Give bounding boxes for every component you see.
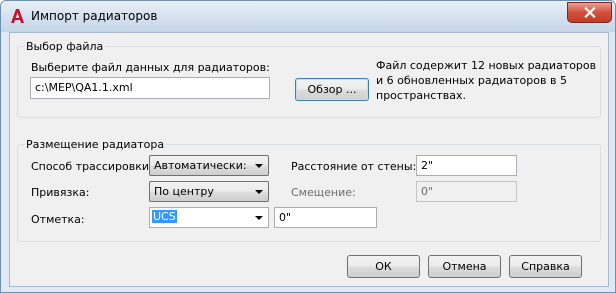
wall-distance-input[interactable]: 2" [416, 155, 517, 176]
cancel-button[interactable]: Отмена [428, 255, 501, 278]
routing-label: Способ трассировки: [31, 160, 153, 173]
browse-button[interactable]: Обзор ... [295, 78, 369, 101]
chevron-down-icon [255, 164, 263, 168]
title-bar[interactable]: Импорт радиаторов [1, 1, 615, 32]
window-title: Импорт радиаторов [31, 9, 158, 23]
help-button[interactable]: Справка [509, 255, 582, 278]
elevation-combo[interactable]: UCS [149, 207, 269, 228]
snap-label: Привязка: [31, 186, 90, 199]
file-path-input[interactable]: c:\MEP\QA1.1.xml [30, 77, 270, 99]
autocad-a-icon [11, 9, 24, 23]
snap-value: По центру [154, 185, 214, 198]
ok-button[interactable]: ОК [347, 255, 420, 278]
offset-input: 0" [416, 181, 517, 202]
chevron-down-icon[interactable] [255, 216, 263, 220]
file-group-legend: Выбор файла [24, 40, 106, 53]
close-button[interactable] [567, 2, 612, 23]
dialog-body: Выбор файла Выберите файл данных для рад… [9, 32, 609, 287]
elevation-label: Отметка: [31, 213, 85, 226]
snap-dropdown[interactable]: По центру [149, 181, 269, 202]
placement-group-legend: Размещение радиатора [24, 138, 167, 151]
elevation-input[interactable]: 0" [274, 207, 377, 228]
chevron-down-icon [255, 190, 263, 194]
offset-label: Смещение: [291, 186, 356, 199]
routing-dropdown[interactable]: Автоматически: Пр [149, 155, 269, 176]
file-info-text: Файл содержит 12 новых радиаторов и 6 об… [376, 59, 597, 102]
dialog-window: Импорт радиаторов Выбор файла Выберите ф… [0, 0, 616, 293]
close-icon [583, 7, 596, 18]
elevation-combo-value: UCS [152, 210, 177, 223]
wall-distance-label: Расстояние от стены: [291, 160, 417, 173]
file-prompt-label: Выберите файл данных для радиаторов: [31, 61, 270, 74]
routing-value: Автоматически: Пр [154, 159, 246, 172]
